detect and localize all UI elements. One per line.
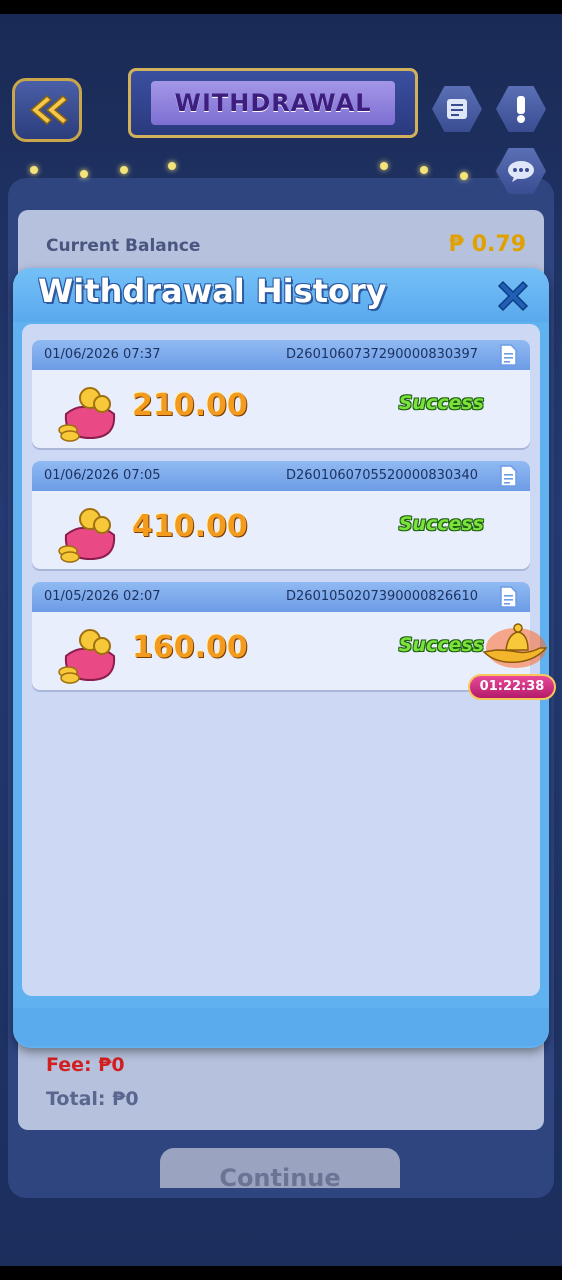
balance-value: ₱ 0.79 (448, 232, 526, 257)
fee-text: Fee: ₱0 (46, 1054, 125, 1076)
coin-purse-icon (58, 387, 116, 442)
close-button[interactable] (490, 274, 536, 318)
copy-document-icon[interactable] (496, 464, 520, 488)
coin-purse-icon (58, 508, 116, 563)
record-status: Success (398, 392, 484, 414)
copy-document-icon[interactable] (496, 585, 520, 609)
record-amount: 160.00 (132, 630, 248, 665)
total-text: Total: ₱0 (46, 1088, 139, 1110)
chat-icon (508, 161, 534, 182)
magic-lamp-icon[interactable] (466, 614, 556, 674)
history-record: 01/06/2026 07:37 D2601060737290000830397… (32, 340, 530, 448)
modal-title: Withdrawal History (38, 272, 387, 310)
exclamation-icon (517, 96, 525, 123)
title-banner: WITHDRAWAL (128, 68, 418, 138)
double-chevron-left-icon (29, 94, 69, 126)
close-icon (497, 280, 529, 312)
record-id: D2601060737290000830397 (286, 347, 478, 362)
record-date: 01/05/2026 02:07 (44, 589, 161, 604)
nav-bar (0, 1266, 562, 1280)
history-record: 01/06/2026 07:05 D2601060705520000830340… (32, 461, 530, 569)
copy-document-icon[interactable] (496, 343, 520, 367)
record-date: 01/06/2026 07:37 (44, 347, 161, 362)
record-id: D2601050207390000826610 (286, 589, 478, 604)
info-button[interactable] (496, 86, 546, 132)
history-button[interactable] (432, 86, 482, 132)
coin-purse-icon (58, 629, 116, 684)
balance-label: Current Balance (46, 236, 201, 256)
string-lights (20, 160, 540, 180)
promo-timer[interactable]: 01:22:38 (468, 674, 556, 700)
modal-footer (13, 1008, 549, 1046)
balance-row: Current Balance ₱ 0.79 (46, 232, 526, 262)
record-id: D2601060705520000830340 (286, 468, 478, 483)
continue-button[interactable]: Continue (160, 1148, 400, 1188)
history-record: 01/05/2026 02:07 D2601050207390000826610… (32, 582, 530, 690)
record-status: Success (398, 513, 484, 535)
page-title: WITHDRAWAL (151, 81, 395, 125)
history-list-icon (447, 99, 467, 119)
back-button[interactable] (12, 78, 82, 142)
status-bar (0, 0, 562, 14)
record-amount: 410.00 (132, 509, 248, 544)
record-date: 01/06/2026 07:05 (44, 468, 161, 483)
record-amount: 210.00 (132, 388, 248, 423)
